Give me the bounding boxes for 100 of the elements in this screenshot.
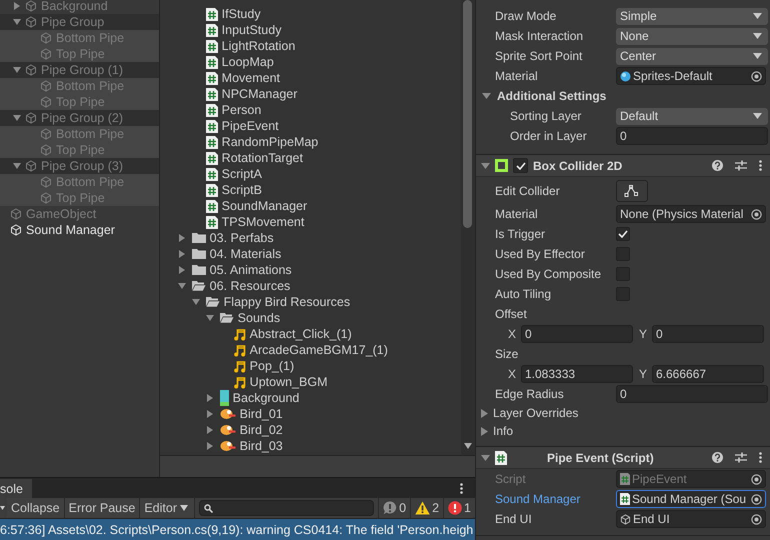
more-options-icon[interactable] — [759, 160, 762, 171]
collapse-arrow-icon[interactable] — [481, 162, 490, 170]
hierarchy-item-label: Top Pipe — [56, 191, 105, 205]
project-item[interactable]: Uptown_BGM — [160, 374, 461, 390]
dropdown-arrow-icon — [180, 505, 188, 512]
dropdown-field[interactable]: Default — [616, 108, 768, 124]
object-field[interactable]: Sound Manager (Sou — [616, 490, 766, 508]
project-item[interactable]: Sounds — [160, 310, 461, 326]
object-field[interactable]: Sprites-Default — [616, 67, 766, 85]
hierarchy-item-label: Bottom Pipe — [56, 175, 124, 189]
project-item[interactable]: Bird_03 — [160, 438, 461, 454]
project-item[interactable]: InputStudy — [160, 22, 461, 38]
number-field[interactable]: 0 — [652, 325, 764, 343]
expand-arrow-icon[interactable] — [178, 234, 186, 242]
collapse-arrow-icon[interactable] — [13, 162, 21, 170]
project-item[interactable]: SoundManager — [160, 198, 461, 214]
field-label: Is Trigger — [495, 227, 546, 241]
scroll-down-arrow-icon[interactable] — [464, 443, 472, 450]
section-foldout[interactable]: Additional Settings — [482, 89, 606, 103]
project-item[interactable]: Pop_(1) — [160, 358, 461, 374]
search-field[interactable] — [199, 500, 374, 516]
project-item[interactable]: Person — [160, 102, 461, 118]
collapse-arrow-icon[interactable] — [13, 18, 21, 26]
help-icon[interactable] — [712, 160, 723, 171]
project-item[interactable]: IfStudy — [160, 6, 461, 22]
project-item[interactable]: Background — [160, 390, 461, 406]
collapse-arrow-icon[interactable] — [482, 92, 491, 100]
collapse-arrow-icon[interactable] — [481, 454, 490, 462]
project-item[interactable]: LightRotation — [160, 38, 461, 54]
object-field[interactable]: End UI — [616, 510, 766, 528]
edit-collider-button[interactable] — [616, 180, 648, 202]
checkbox[interactable] — [616, 227, 630, 241]
log-counter-button[interactable]: 0 — [378, 498, 410, 518]
project-item[interactable]: ScriptB — [160, 182, 461, 198]
more-options-icon[interactable] — [460, 482, 463, 494]
project-item[interactable]: 03. Perfabs — [160, 230, 461, 246]
project-item[interactable]: Flappy Bird Resources — [160, 294, 461, 310]
expand-arrow-icon[interactable] — [178, 250, 186, 258]
expand-arrow-icon[interactable] — [206, 442, 214, 450]
project-item[interactable]: 05. Animations — [160, 262, 461, 278]
preset-sliders-icon[interactable] — [735, 160, 747, 171]
number-field[interactable]: 1.083333 — [521, 365, 633, 383]
expand-arrow-icon[interactable] — [206, 410, 214, 418]
preset-sliders-icon[interactable] — [735, 452, 747, 463]
expand-arrow-icon[interactable] — [206, 394, 214, 402]
console-tab[interactable]: sole — [0, 479, 32, 498]
project-item[interactable]: 04. Materials — [160, 246, 461, 262]
help-icon[interactable] — [712, 452, 723, 463]
collapse-arrow-icon[interactable] — [192, 298, 200, 306]
hierarchy-item[interactable]: Sound Manager — [0, 222, 159, 238]
object-picker-icon[interactable] — [751, 514, 762, 524]
log-entry[interactable]: 6:57:36] Assets\02. Scripts\Person.cs(9,19): warning CS0414: The field 'Person.heigh — [0, 519, 475, 540]
project-item[interactable]: TPSMovement — [160, 214, 461, 230]
project-item[interactable]: Movement — [160, 70, 461, 86]
component-header[interactable]: Box Collider 2D — [476, 155, 770, 177]
enable-checkbox[interactable] — [513, 158, 528, 173]
project-item[interactable]: ScriptA — [160, 166, 461, 182]
project-item[interactable]: Abstract_Click_(1) — [160, 326, 461, 342]
collapse-arrow-icon[interactable] — [13, 66, 21, 74]
number-field[interactable]: 0 — [521, 325, 633, 343]
foldout[interactable]: Layer Overrides — [481, 406, 578, 420]
scrollbar[interactable] — [461, 0, 475, 456]
project-item[interactable]: RotationTarget — [160, 150, 461, 166]
component-header[interactable]: Pipe Event (Script) — [476, 447, 770, 469]
component-title: Box Collider 2D — [533, 158, 624, 172]
more-options-icon[interactable] — [759, 452, 762, 463]
project-item[interactable]: NPCManager — [160, 86, 461, 102]
project-item[interactable]: Bird_01 — [160, 406, 461, 422]
number-field[interactable]: 0 — [616, 127, 768, 145]
object-picker-icon[interactable] — [751, 208, 762, 220]
field-label: Auto Tiling — [495, 287, 552, 301]
dropdown-field[interactable]: None — [616, 28, 768, 44]
collapse-arrow-icon[interactable] — [13, 114, 21, 122]
project-item-label: LightRotation — [222, 39, 296, 53]
collapse-arrow-icon[interactable] — [206, 314, 214, 322]
project-item[interactable]: LoopMap — [160, 54, 461, 70]
project-item[interactable]: RandomPipeMap — [160, 134, 461, 150]
collapse-arrow-icon[interactable] — [178, 282, 186, 290]
project-item[interactable]: ArcadeGameBGM17_(1) — [160, 342, 461, 358]
caret-icon[interactable] — [0, 506, 5, 511]
hierarchy-item-label: Bottom Pipe — [56, 79, 124, 93]
object-field[interactable]: None (Physics Material — [616, 205, 766, 223]
object-picker-icon[interactable] — [751, 494, 762, 504]
number-field[interactable]: 0 — [616, 385, 768, 403]
project-item[interactable]: PipeEvent — [160, 118, 461, 134]
foldout[interactable]: Info — [481, 424, 514, 438]
number-field[interactable]: 6.666667 — [652, 365, 764, 383]
log-counter-button[interactable]: 2 — [410, 498, 444, 518]
expand-arrow-icon[interactable] — [13, 2, 21, 10]
field-label: End UI — [495, 512, 533, 526]
dropdown-field[interactable]: Center — [616, 48, 768, 64]
expand-arrow-icon[interactable] — [206, 426, 214, 434]
project-item[interactable]: Bird_02 — [160, 422, 461, 438]
object-picker-icon[interactable] — [751, 70, 762, 82]
project-item[interactable]: 06. Resources — [160, 278, 461, 294]
music-note-icon — [234, 328, 246, 340]
field-label: Sorting Layer — [509, 109, 582, 123]
dropdown-field[interactable]: Simple — [616, 8, 768, 24]
polygon-nodes-icon — [624, 184, 640, 196]
expand-arrow-icon[interactable] — [178, 266, 186, 274]
